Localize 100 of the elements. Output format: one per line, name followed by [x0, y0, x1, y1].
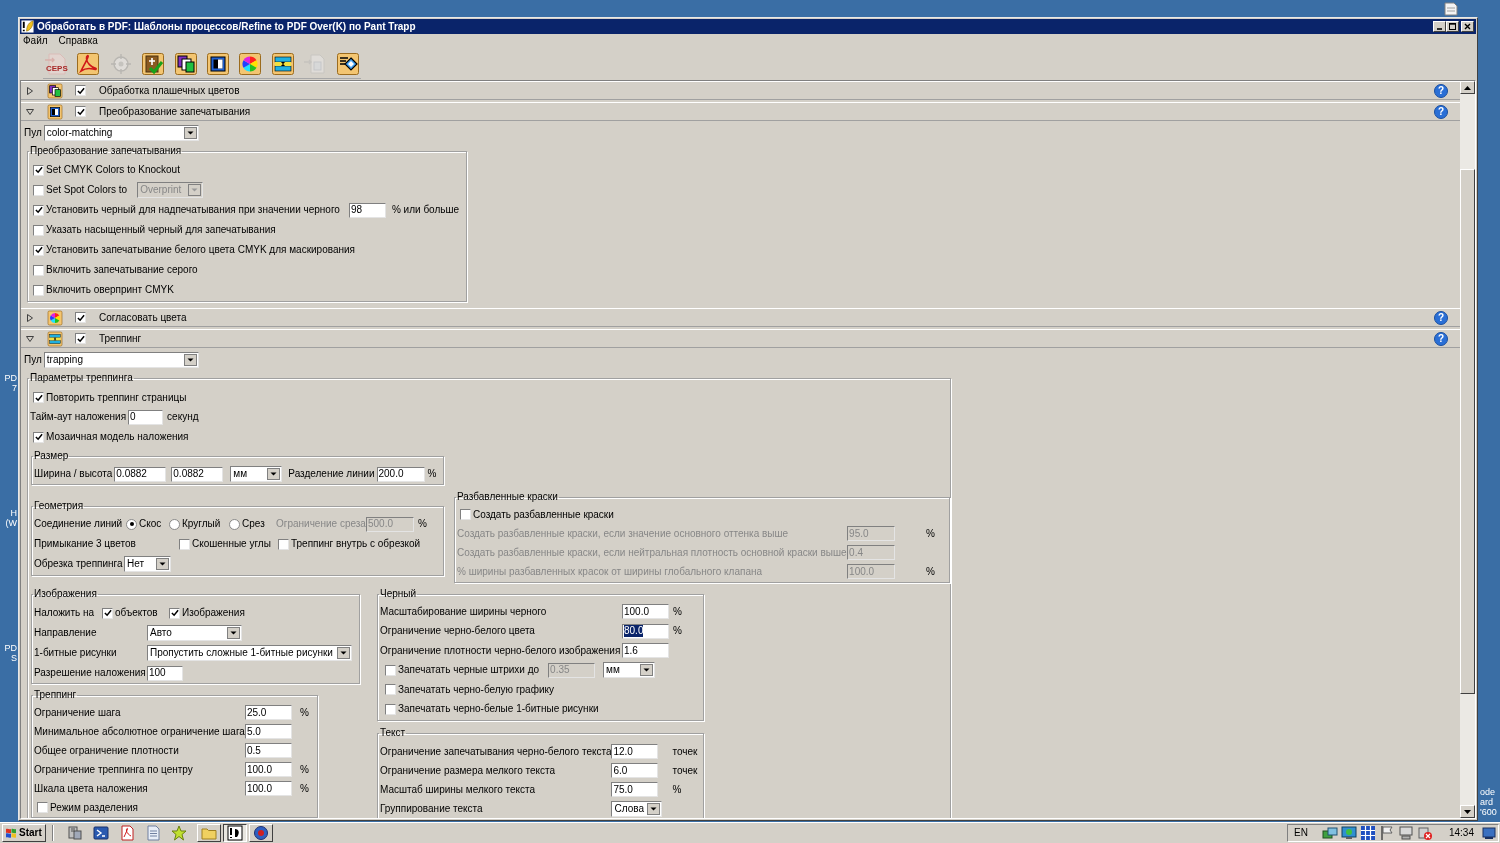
framed-square-icon[interactable]	[205, 52, 230, 76]
taskbar-button[interactable]	[222, 824, 247, 842]
text-field[interactable]: 1.6	[622, 643, 669, 659]
flag-icon[interactable]	[1378, 825, 1395, 841]
error-icon[interactable]	[1416, 825, 1433, 841]
checkbox[interactable]	[75, 333, 86, 344]
stripes-icon[interactable]	[270, 52, 295, 76]
swirl-document-icon[interactable]	[118, 825, 135, 841]
text-field[interactable]: 25.0	[244, 705, 292, 720]
page-icon[interactable]	[144, 825, 161, 841]
checkbox[interactable]	[33, 431, 44, 443]
text-field[interactable]: 80.0	[622, 623, 669, 639]
text-field[interactable]: 98	[348, 202, 386, 218]
text-field[interactable]: 0.0882	[114, 466, 167, 482]
checkbox[interactable]	[102, 607, 113, 619]
grid-icon[interactable]	[1359, 825, 1376, 841]
radio-button[interactable]	[126, 518, 137, 530]
minimize-button[interactable]	[1433, 21, 1446, 32]
folder-icon	[200, 826, 217, 840]
checkbox[interactable]	[460, 509, 471, 520]
server-icon[interactable]	[66, 825, 83, 841]
checkbox[interactable]	[169, 607, 180, 619]
star-icon[interactable]	[170, 825, 187, 841]
radio-button[interactable]	[169, 518, 180, 530]
menu-item[interactable]: Справка	[58, 35, 98, 47]
checkbox[interactable]	[33, 224, 44, 236]
text-field[interactable]: 100.0	[622, 604, 669, 620]
diamond-document-icon[interactable]	[335, 52, 360, 76]
color-wheel-icon	[47, 309, 63, 326]
text-field[interactable]: 0	[128, 409, 164, 425]
section-header[interactable]: Согласовать цвета ?	[21, 308, 1460, 327]
dropdown[interactable]: мм	[230, 466, 283, 482]
checkbox[interactable]	[33, 392, 44, 403]
text-field[interactable]: 100.0	[244, 781, 292, 796]
swirl-icon[interactable]	[76, 52, 101, 76]
text-field[interactable]: 0.0882	[171, 466, 224, 482]
dropdown[interactable]: Пропустить сложные 1-битные рисунки	[147, 645, 352, 661]
menu-item[interactable]: Файл	[23, 35, 48, 47]
help-button[interactable]: ?	[1434, 83, 1448, 98]
checkbox[interactable]	[37, 802, 48, 813]
close-button[interactable]	[1461, 21, 1474, 32]
checkbox[interactable]	[75, 312, 86, 323]
document-icon[interactable]	[1443, 2, 1459, 16]
text-field[interactable]: 200.0	[376, 466, 425, 482]
network-icon[interactable]	[1321, 825, 1338, 841]
text-field[interactable]: 12.0	[611, 744, 659, 759]
checkbox[interactable]	[278, 538, 289, 550]
dropdown[interactable]: Авто	[147, 625, 242, 641]
checkbox[interactable]	[385, 684, 396, 696]
text-field[interactable]: 6.0	[611, 763, 659, 778]
text-field[interactable]: 100	[147, 665, 183, 681]
expand-arrow-icon[interactable]	[26, 86, 34, 95]
overlapping-pages-icon[interactable]	[173, 52, 198, 76]
expand-arrow-icon[interactable]	[26, 313, 34, 322]
checkbox[interactable]	[33, 264, 44, 276]
section-header[interactable]: Обработка плашечных цветов ?	[21, 81, 1460, 100]
checkbox[interactable]	[33, 204, 44, 216]
section-header[interactable]: Треппинг ?	[21, 329, 1460, 348]
terminal-icon[interactable]	[92, 825, 109, 841]
help-button[interactable]: ?	[1434, 310, 1448, 325]
checkbox[interactable]	[33, 284, 44, 296]
section-header[interactable]: Преобразование запечатывания ?	[21, 102, 1460, 121]
checkbox[interactable]	[385, 703, 396, 715]
color-wheel-icon[interactable]	[238, 52, 263, 76]
unit-label: %	[299, 782, 309, 795]
text-field[interactable]: 5.0	[244, 724, 292, 739]
checkbox[interactable]	[75, 106, 86, 117]
collapse-arrow-icon[interactable]	[26, 107, 34, 116]
field-label: Запечатать черно-белые 1-битные рисунки	[398, 703, 599, 716]
collapse-arrow-icon[interactable]	[26, 334, 34, 343]
check-document-icon[interactable]	[141, 52, 166, 76]
scroll-thumb[interactable]	[1460, 169, 1475, 694]
desktop-icon-label: PD	[4, 373, 17, 383]
language-indicator: EN	[1294, 827, 1308, 839]
text-field[interactable]: 75.0	[611, 782, 659, 797]
help-button[interactable]: ?	[1434, 104, 1448, 119]
desktop-icon[interactable]	[1482, 826, 1496, 840]
checkbox[interactable]	[33, 164, 44, 176]
caret-icon	[183, 127, 197, 139]
help-button[interactable]: ?	[1434, 331, 1448, 346]
field-label: Создать разбавленные краски	[473, 508, 614, 521]
dropdown[interactable]: Нет	[124, 556, 171, 572]
maximize-button[interactable]	[1446, 21, 1459, 32]
text-field[interactable]: 0.5	[244, 743, 292, 758]
scroll-down-button[interactable]	[1460, 805, 1475, 818]
computer-icon[interactable]	[1397, 825, 1414, 841]
scroll-up-button[interactable]	[1460, 81, 1475, 94]
monitor-icon[interactable]	[1340, 825, 1357, 841]
dropdown[interactable]: trapping	[43, 352, 199, 368]
dropdown[interactable]: color-matching	[43, 125, 199, 141]
start-button[interactable]: Start	[2, 824, 46, 842]
radio-button[interactable]	[229, 518, 240, 530]
dropdown[interactable]: Слова	[611, 800, 663, 817]
checkbox[interactable]	[179, 538, 190, 550]
text-field[interactable]: 100.0	[244, 762, 292, 777]
field-label: Установить запечатывание белого цвета CMYK для маскирования	[46, 244, 355, 256]
unit-label: %	[299, 706, 309, 719]
scrollbar-track[interactable]	[1460, 81, 1475, 818]
checkbox[interactable]	[33, 244, 44, 256]
checkbox[interactable]	[75, 85, 86, 96]
